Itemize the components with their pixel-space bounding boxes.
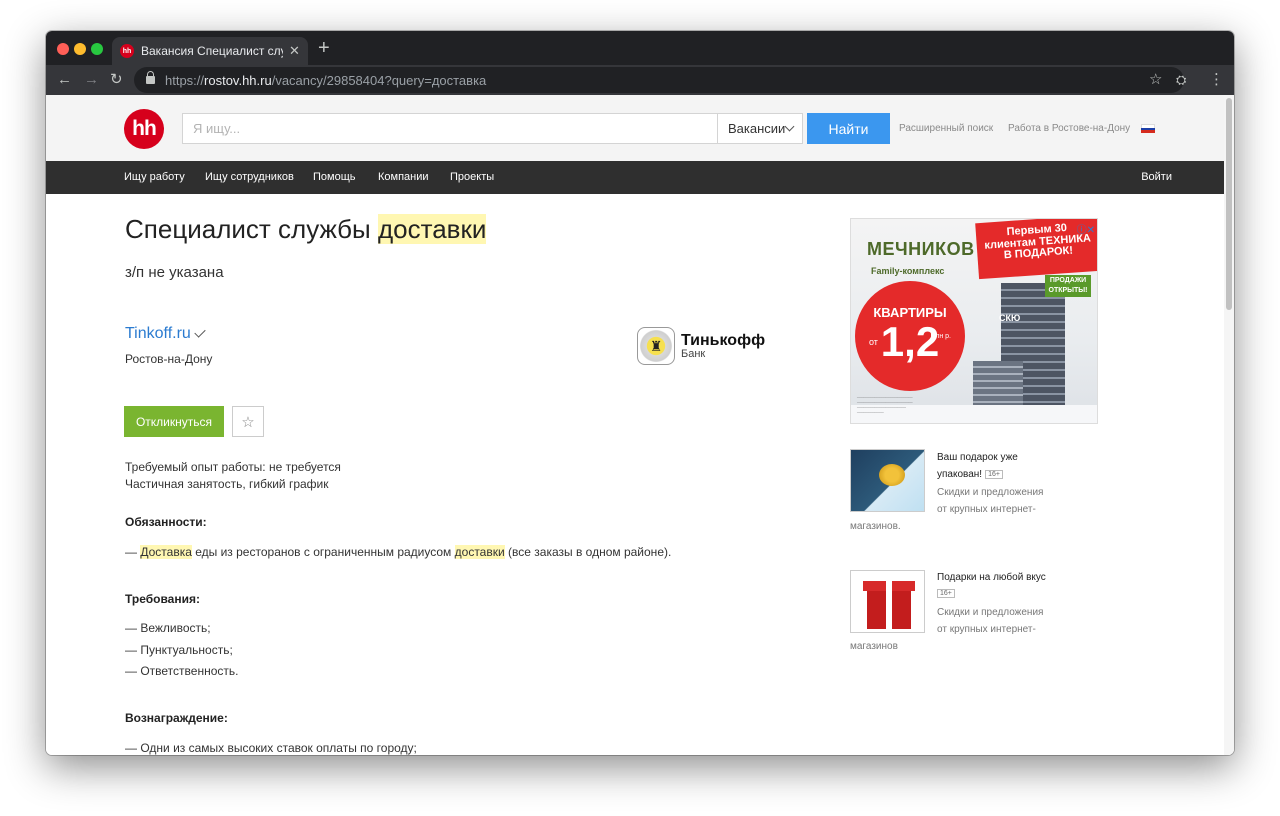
ad-title: Подарки на любой вкус xyxy=(937,572,1046,583)
company-logo-sub: Банк xyxy=(681,347,706,360)
url-text: https://rostov.hh.ru/vacancy/29858404?qu… xyxy=(165,72,487,88)
search-highlight: доставки xyxy=(377,214,487,244)
search-type-select[interactable]: Вакансии xyxy=(717,113,803,144)
company-logo[interactable]: ♜ Тинькофф Банк xyxy=(637,327,765,365)
search-input[interactable]: Я ищу... xyxy=(182,113,718,144)
browser-window: hh Вакансия Специалист службы доставки ✕… xyxy=(46,31,1234,755)
close-tab-icon[interactable]: ✕ xyxy=(289,43,300,59)
ad-choices-icon[interactable]: ⓘ✕ xyxy=(1077,221,1095,236)
ad-description: от крупных интернет- xyxy=(937,624,1036,635)
search-type-label: Вакансии xyxy=(728,121,786,136)
reward-item: — Одни из самых высоких ставок оплаты по… xyxy=(125,741,417,755)
maximize-window-button[interactable] xyxy=(91,43,103,55)
ad-family: Family-комплекс xyxy=(871,266,945,276)
main-nav: Ищу работу Ищу сотрудников Помощь Компан… xyxy=(46,161,1234,194)
favorite-star-icon[interactable]: ☆ xyxy=(232,406,264,437)
chevron-down-icon xyxy=(784,121,795,132)
hh-favicon-icon: hh xyxy=(120,44,134,58)
incognito-extension-icon[interactable]: ⛭ xyxy=(1176,70,1186,90)
real-estate-ad-banner[interactable]: МЕЧНИКОВ Family-комплекс Первым 30 клиен… xyxy=(850,218,1098,424)
nav-item-help[interactable]: Помощь xyxy=(313,171,356,183)
ad-brand: МЕЧНИКОВ xyxy=(867,239,975,259)
bookmark-star-icon[interactable]: ☆ xyxy=(1149,70,1162,90)
employment-text: Частичная занятость, гибкий график xyxy=(125,477,329,491)
search-button[interactable]: Найти xyxy=(807,113,890,144)
ad-developer-logo: СКЮ xyxy=(999,313,1021,323)
page-viewport: hh Я ищу... Вакансии Найти Расширенный п… xyxy=(46,95,1234,755)
ad-description: магазинов xyxy=(850,641,898,652)
scrollbar-thumb[interactable] xyxy=(1226,98,1232,310)
login-link[interactable]: Войти xyxy=(1141,171,1172,183)
forward-arrow-icon[interactable]: → xyxy=(84,70,99,90)
duties-heading: Обязанности: xyxy=(125,515,207,529)
vacancy-title: Специалист службы доставки xyxy=(125,214,487,244)
ad-title: упакован! 16+ xyxy=(937,469,1003,480)
page-scrollbar[interactable] xyxy=(1224,95,1234,755)
address-bar[interactable]: https://rostov.hh.ru/vacancy/29858404?qu… xyxy=(134,67,1184,93)
lock-icon xyxy=(146,71,155,84)
ad-title: 16+ xyxy=(937,588,955,599)
age-badge: 16+ xyxy=(985,470,1003,479)
ad-description: Скидки и предложения xyxy=(937,607,1044,618)
tinkoff-crest-icon: ♜ xyxy=(637,327,675,365)
russian-flag-icon[interactable] xyxy=(1141,124,1155,134)
salary: з/п не указана xyxy=(125,264,224,281)
respond-button[interactable]: Откликнуться xyxy=(124,406,224,437)
back-arrow-icon[interactable]: ← xyxy=(57,70,72,90)
region-link[interactable]: Работа в Ростове-на-Дону xyxy=(1008,123,1130,134)
red-gift-image xyxy=(850,570,925,633)
requirement-item: — Ответственность. xyxy=(125,664,239,678)
gift-ad-card[interactable]: Подарки на любой вкус 16+ Скидки и предл… xyxy=(850,570,1110,674)
requirement-item: — Вежливость; xyxy=(125,621,211,635)
ad-description: Скидки и предложения xyxy=(937,487,1044,498)
nav-item-employers[interactable]: Ищу сотрудников xyxy=(205,171,294,183)
requirements-heading: Требования: xyxy=(125,592,200,606)
requirement-item: — Пунктуальность; xyxy=(125,643,233,657)
nav-item-job-search[interactable]: Ищу работу xyxy=(124,171,185,183)
close-window-button[interactable] xyxy=(57,43,69,55)
company-logo-name: Тинькофф xyxy=(681,331,766,349)
ad-fine-print: _________________________ _______________… xyxy=(857,393,913,413)
vacancy-content: Специалист службы доставки з/п не указан… xyxy=(46,194,1224,755)
gift-box-image xyxy=(850,449,925,512)
experience-text: Требуемый опыт работы: не требуется xyxy=(125,460,341,474)
company-link[interactable]: Tinkoff.ru xyxy=(125,325,206,343)
browser-toolbar: ← → ↻ https://rostov.hh.ru/vacancy/29858… xyxy=(46,65,1234,95)
site-header: hh Я ищу... Вакансии Найти Расширенный п… xyxy=(46,95,1234,161)
nav-item-projects[interactable]: Проекты xyxy=(450,171,494,183)
tab-active[interactable]: hh Вакансия Специалист службы доставки ✕ xyxy=(112,37,308,65)
reload-icon[interactable]: ↻ xyxy=(110,70,123,90)
advanced-search-link[interactable]: Расширенный поиск xyxy=(899,123,993,134)
ad-description: от крупных интернет- xyxy=(937,504,1036,515)
ad-price-circle: КВАРТИРЫ 1,2 от млн р. xyxy=(855,281,965,391)
gift-ad-card[interactable]: Ваш подарок уже упакован! 16+ Скидки и пр… xyxy=(850,449,1110,553)
new-tab-button[interactable]: + xyxy=(318,37,330,59)
age-badge: 16+ xyxy=(937,589,955,598)
ad-title: Ваш подарок уже xyxy=(937,452,1018,463)
kebab-menu-icon[interactable]: ⋮ xyxy=(1209,70,1224,90)
vacancy-city: Ростов-на-Дону xyxy=(125,352,213,366)
verified-check-icon xyxy=(194,326,206,338)
tab-strip: hh Вакансия Специалист службы доставки ✕… xyxy=(46,31,1234,65)
ad-sale-badge: ПРОДАЖИ ОТКРЫТЫ! xyxy=(1045,275,1091,297)
tab-title: Вакансия Специалист службы доставки xyxy=(141,44,283,58)
minimize-window-button[interactable] xyxy=(74,43,86,55)
duty-item: — Доставка еды из ресторанов с ограничен… xyxy=(125,545,672,559)
hh-logo[interactable]: hh xyxy=(124,109,164,149)
ad-description: магазинов. xyxy=(850,521,901,532)
reward-heading: Вознаграждение: xyxy=(125,711,228,725)
nav-item-companies[interactable]: Компании xyxy=(378,171,429,183)
